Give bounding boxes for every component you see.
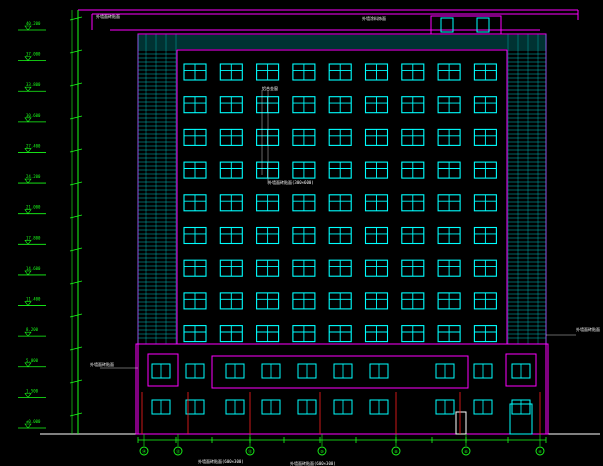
entrance-door <box>455 411 467 435</box>
level-triangle <box>24 178 32 184</box>
axis-label: ⑭ <box>142 448 146 454</box>
left-side-note: 外墙面砖贴面 <box>90 361 114 367</box>
ground-floor <box>135 343 549 435</box>
level-label: 5.000 <box>26 358 39 363</box>
level-triangle <box>24 148 32 153</box>
level-triangle <box>24 393 32 398</box>
right-side-note: 外墙面砖贴面 <box>576 326 600 332</box>
axis-label: ⑥ <box>464 449 468 454</box>
axis-label: ④ <box>538 449 542 454</box>
elevation-drawing: 40.200 37.000 33.800 30.600 27.400 24.200 21.0… <box>18 9 600 466</box>
level-triangle <box>24 209 32 215</box>
level-markers: 40.200 37.000 33.800 30.600 27.400 24.200 21.0… <box>18 21 46 429</box>
podium-outline <box>135 343 549 435</box>
level-label: 27.400 <box>26 143 41 148</box>
level-label: 14.600 <box>26 266 41 271</box>
level-triangle <box>24 270 32 276</box>
roof-left-note: 外墙面砖贴面 <box>96 13 120 19</box>
level-label: 21.000 <box>26 205 41 210</box>
level-label: ±0.000 <box>26 419 41 424</box>
level-triangle <box>24 86 32 92</box>
axis-label: ⑧ <box>394 449 398 454</box>
central-panel <box>176 49 508 345</box>
level-triangle <box>24 240 32 245</box>
level-label: 8.200 <box>26 327 39 332</box>
window-array <box>183 63 497 343</box>
level-triangle <box>24 362 32 368</box>
level-label: 33.800 <box>26 82 41 87</box>
roof-right-note: 外墙涂料饰面 <box>362 15 386 21</box>
level-label: 1.500 <box>26 388 39 393</box>
level-label: 40.200 <box>26 21 41 26</box>
axis-label: ⑩ <box>320 449 324 454</box>
axis-label: ⑫ <box>248 448 252 454</box>
level-triangle <box>24 25 32 31</box>
level-triangle <box>24 331 32 337</box>
axis-markers: ⑭ ⑬ ⑫ ⑩ ⑧ ⑥ ④ <box>139 434 545 456</box>
mid-material-note: 外墙面砖贴面(300×600) <box>268 179 314 185</box>
bottom-left-note: 外墙面砖贴面(600×300) <box>198 458 244 464</box>
upper-window-note: 铝合金窗 <box>262 85 278 91</box>
level-label: 24.200 <box>26 174 41 179</box>
level-label: 11.400 <box>26 297 41 302</box>
podium-band <box>211 355 469 389</box>
level-triangle <box>24 301 32 307</box>
level-label: 17.800 <box>26 235 41 240</box>
axis-label: ⑬ <box>176 448 180 454</box>
level-triangle <box>24 117 32 123</box>
level-label: 30.600 <box>26 113 41 118</box>
level-label: 37.000 <box>26 52 41 57</box>
bottom-right-note: 外墙面砖贴面(600×300) <box>290 460 336 466</box>
level-triangle <box>24 56 32 62</box>
level-triangle <box>24 423 32 429</box>
